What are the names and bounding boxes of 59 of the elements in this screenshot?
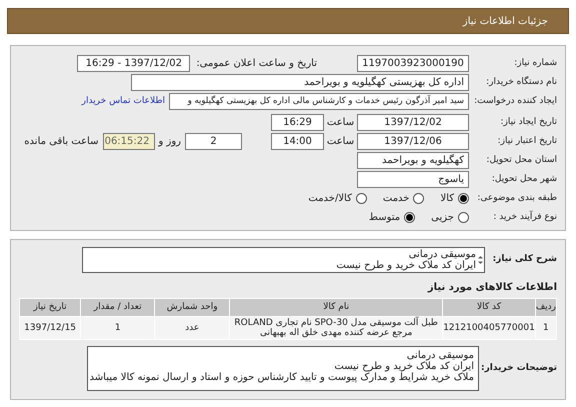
field-label: شماره نیاز: <box>513 56 558 70</box>
radio-button[interactable] <box>404 212 416 223</box>
text-field[interactable]: 14:00 <box>271 133 324 150</box>
column-header: واحد شمارش <box>155 299 230 316</box>
field-label: تاریخ اعتبار نیاز: <box>496 134 558 148</box>
column-header: ردیف <box>536 299 556 316</box>
radio-button[interactable] <box>458 193 469 204</box>
radio-button[interactable] <box>413 193 424 204</box>
countdown-field[interactable]: 06:15:22 <box>102 133 154 150</box>
remaining-label: ساعت باقی مانده <box>24 135 100 149</box>
field-label: استان محل تحویل: <box>485 154 558 167</box>
field-label: ایجاد کننده درخواست: <box>473 94 558 108</box>
field-label: تاریخ ایجاد نیاز: <box>499 116 558 129</box>
text-field[interactable]: 1397/12/02 <box>357 114 469 131</box>
notes-line: ایران کد ملاک خرید و طرح نیست <box>333 361 474 372</box>
table-cell: 1 <box>536 317 556 339</box>
notes-line: موسیقی درمانی <box>406 350 474 361</box>
radio-button[interactable] <box>356 193 367 204</box>
text-field[interactable]: سید امیر آذرگون رئیس خدمات و کارشناس مالی اداره کل بهزیستی کهگیلویه و <box>169 93 469 110</box>
time-label: ساعت <box>326 116 356 130</box>
days-label: روز و <box>157 135 182 149</box>
field-label: شرح کلی نیاز: <box>492 253 557 266</box>
field-label: نام دستگاه خریدار: <box>485 76 558 89</box>
radio-label: خدمت <box>382 192 410 206</box>
radio-button[interactable] <box>458 212 469 223</box>
table-cell: 1212100405770001 <box>443 317 535 339</box>
field-label: شهر محل تحویل: <box>490 172 558 186</box>
summary-line: ایران کد ملاک خرید و طرح نیست <box>336 260 476 271</box>
page-title: جزئیات اطلاعات نیاز <box>462 14 548 28</box>
section-title: اطلاعات کالاهای مورد نیاز <box>426 281 557 295</box>
column-header: تعداد / مقدار <box>81 299 154 316</box>
table-cell: طبل آلت موسیقی مدل SPO-30 نام تجاری ROLAND مرجع عرضه کننده مهدی خلق اله بهبهانی <box>230 317 442 339</box>
table-cell: 1 <box>81 317 154 339</box>
text-field[interactable]: یاسوج <box>357 171 469 188</box>
field-label: توضیحات خریدار: <box>480 362 557 375</box>
column-header: کد کالا <box>443 299 535 316</box>
text-field[interactable]: 16:29 <box>271 114 324 131</box>
table-cell: عدد <box>155 317 230 339</box>
contact-link[interactable]: اطلاعات تماس خریدار <box>82 94 165 108</box>
column-header: نام کالا <box>230 299 442 316</box>
time-label: ساعت <box>326 135 356 149</box>
text-field[interactable]: 1397/12/06 <box>357 133 469 150</box>
text-field[interactable]: کهگیلویه و بویراحمد <box>357 152 469 169</box>
radio-label: جزیی <box>431 211 454 225</box>
radio-label: متوسط <box>368 211 400 225</box>
column-header: تاریخ نیاز <box>20 299 80 316</box>
field-label: طبقه بندی موضوعی: <box>476 192 558 205</box>
field-label: نوع فرآیند خرید : <box>492 210 558 224</box>
text-field[interactable]: 1197003923000190 <box>357 55 469 72</box>
summary-textarea[interactable]: موسیقی درمانی ایران کد ملاک خرید و طرح نیست <box>82 247 485 273</box>
notes-line: ملاک خرید شرایط و مدارک پیوست و تایید کارشناس حوزه و استاد و ارسال نمونه کالا میباشد <box>92 372 474 383</box>
text-field[interactable]: اداره کل بهزیستی کهگیلویه و بویراحمد <box>131 74 469 91</box>
text-field[interactable]: 2 <box>185 133 242 150</box>
summary-line: موسیقی درمانی <box>408 249 476 260</box>
radio-label: کالا/خدمت <box>308 192 352 206</box>
text-field[interactable]: 1397/12/02 - 16:29 <box>77 55 190 72</box>
radio-label: کالا <box>440 192 454 206</box>
table-cell: 1397/12/15 <box>20 317 80 339</box>
field-label: تاریخ و ساعت اعلان عمومی: <box>196 57 317 71</box>
